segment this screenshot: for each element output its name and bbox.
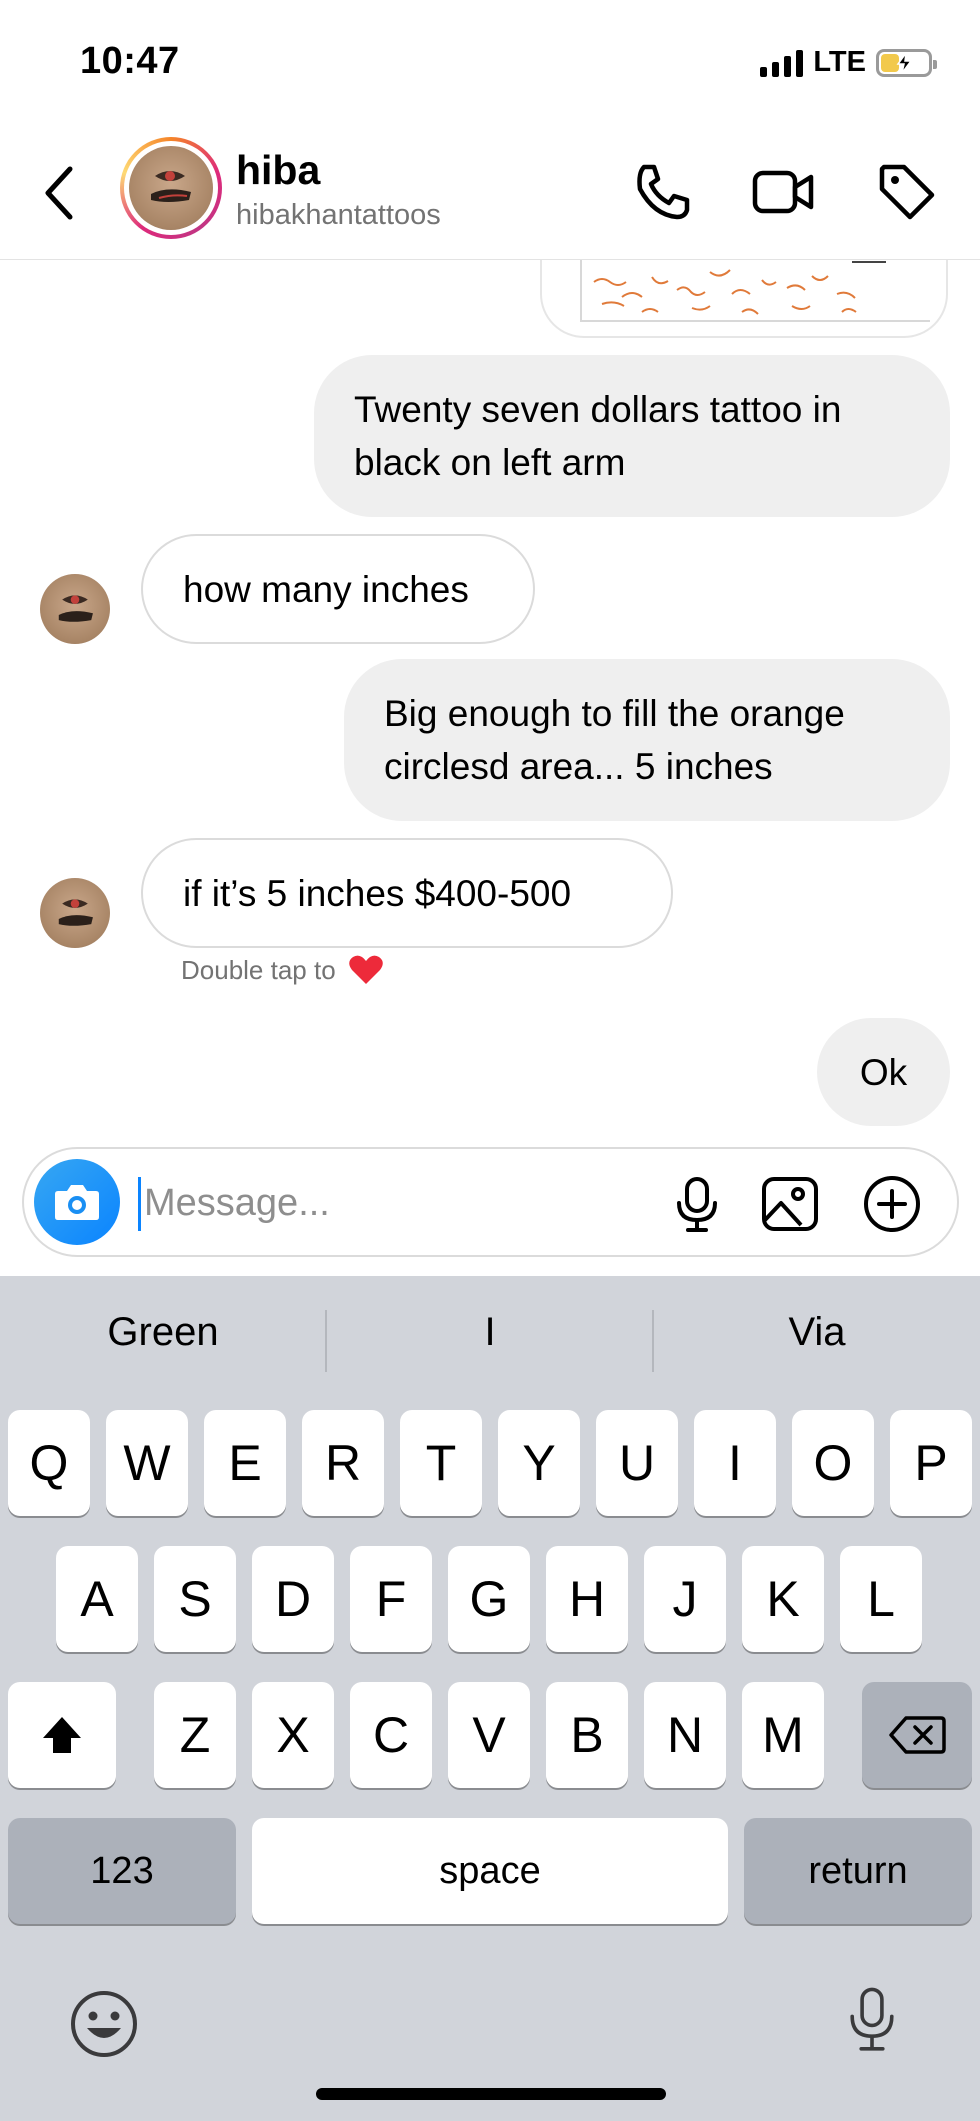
charging-bolt-icon <box>896 52 913 73</box>
contact-avatar[interactable] <box>120 137 222 239</box>
keyboard: Green I Via Q W E R T Y U I O P A S D F … <box>0 1276 980 2121</box>
message-text: Big enough to fill the orange circlesd a… <box>384 693 845 787</box>
video-call-icon[interactable] <box>750 159 816 225</box>
key-n[interactable]: N <box>644 1682 726 1788</box>
key-z[interactable]: Z <box>154 1682 236 1788</box>
suggestion-bar: Green I Via <box>0 1276 980 1406</box>
message-thread[interactable]: Twenty seven dollars tattoo in black on … <box>0 260 980 1136</box>
suggestion-2[interactable]: I <box>327 1310 653 1355</box>
contact-name[interactable]: hiba <box>236 147 320 194</box>
signal-strength-icon <box>760 49 804 77</box>
status-bar: 10:47 LTE <box>0 0 980 125</box>
microphone-icon[interactable] <box>666 1173 728 1235</box>
gallery-icon[interactable] <box>759 1173 821 1235</box>
network-type: LTE <box>813 46 866 78</box>
suggestion-1[interactable]: Green <box>0 1310 326 1355</box>
key-x[interactable]: X <box>252 1682 334 1788</box>
contact-username[interactable]: hibakhantattoos <box>236 199 441 232</box>
camera-button[interactable] <box>34 1159 120 1245</box>
return-key[interactable]: return <box>744 1818 972 1924</box>
key-q[interactable]: Q <box>8 1410 90 1516</box>
avatar-eye-hand-icon <box>58 899 93 926</box>
emoji-icon[interactable] <box>68 1988 140 2060</box>
message-bubble-incoming[interactable]: how many inches <box>141 534 535 644</box>
message-text: Ok <box>859 1051 908 1093</box>
camera-icon <box>55 1185 99 1220</box>
message-bubble-outgoing[interactable]: Twenty seven dollars tattoo in black on … <box>314 355 950 517</box>
key-w[interactable]: W <box>106 1410 188 1516</box>
avatar-eye-hand-icon <box>151 171 191 202</box>
double-tap-text: Double tap to <box>181 954 336 985</box>
key-g[interactable]: G <box>448 1546 530 1652</box>
message-text: Twenty seven dollars tattoo in black on … <box>354 389 842 483</box>
suggestion-3[interactable]: Via <box>654 1310 980 1355</box>
add-icon[interactable] <box>861 1173 923 1235</box>
battery-icon <box>876 48 937 77</box>
key-h[interactable]: H <box>546 1546 628 1652</box>
heart-icon[interactable] <box>348 954 384 986</box>
key-r[interactable]: R <box>302 1410 384 1516</box>
audio-call-icon[interactable] <box>630 159 696 225</box>
key-a[interactable]: A <box>56 1546 138 1652</box>
key-p[interactable]: P <box>890 1410 972 1516</box>
message-bubble-incoming[interactable]: if it’s 5 inches $400-500 <box>141 838 673 948</box>
key-c[interactable]: C <box>350 1682 432 1788</box>
text-caret <box>138 1177 141 1231</box>
key-u[interactable]: U <box>596 1410 678 1516</box>
key-m[interactable]: M <box>742 1682 824 1788</box>
key-s[interactable]: S <box>154 1546 236 1652</box>
key-f[interactable]: F <box>350 1546 432 1652</box>
message-bubble-outgoing[interactable]: Big enough to fill the orange circlesd a… <box>344 659 950 821</box>
key-v[interactable]: V <box>448 1682 530 1788</box>
message-input[interactable] <box>144 1171 504 1235</box>
key-d[interactable]: D <box>252 1546 334 1652</box>
message-text: if it’s 5 inches $400-500 <box>183 872 572 914</box>
backspace-icon <box>889 1716 946 1754</box>
home-indicator[interactable] <box>316 2088 666 2100</box>
sender-avatar[interactable] <box>40 878 110 948</box>
key-e[interactable]: E <box>204 1410 286 1516</box>
sketch-image <box>593 261 886 315</box>
numbers-key[interactable]: 123 <box>8 1818 236 1924</box>
key-b[interactable]: B <box>546 1682 628 1788</box>
avatar-eye-hand-icon <box>58 595 93 622</box>
tag-icon[interactable] <box>874 159 940 225</box>
message-text: how many inches <box>183 568 469 610</box>
status-time: 10:47 <box>80 40 180 82</box>
key-i[interactable]: I <box>694 1410 776 1516</box>
space-key[interactable]: space <box>252 1818 728 1924</box>
shared-image-preview[interactable] <box>540 260 948 338</box>
key-t[interactable]: T <box>400 1410 482 1516</box>
backspace-key[interactable] <box>862 1682 972 1788</box>
chat-header: hiba hibakhantattoos <box>0 125 980 260</box>
sender-avatar[interactable] <box>40 574 110 644</box>
double-tap-hint: Double tap to <box>181 954 384 986</box>
key-l[interactable]: L <box>840 1546 922 1652</box>
back-button[interactable] <box>38 163 82 223</box>
message-bubble-outgoing[interactable]: Ok <box>817 1018 950 1126</box>
shift-key[interactable] <box>8 1682 116 1788</box>
key-o[interactable]: O <box>792 1410 874 1516</box>
key-j[interactable]: J <box>644 1546 726 1652</box>
status-indicators: LTE <box>760 46 937 79</box>
dictation-mic-icon[interactable] <box>836 1984 908 2056</box>
key-k[interactable]: K <box>742 1546 824 1652</box>
message-composer <box>22 1147 959 1257</box>
key-y[interactable]: Y <box>498 1410 580 1516</box>
shift-arrow-icon <box>43 1717 81 1753</box>
